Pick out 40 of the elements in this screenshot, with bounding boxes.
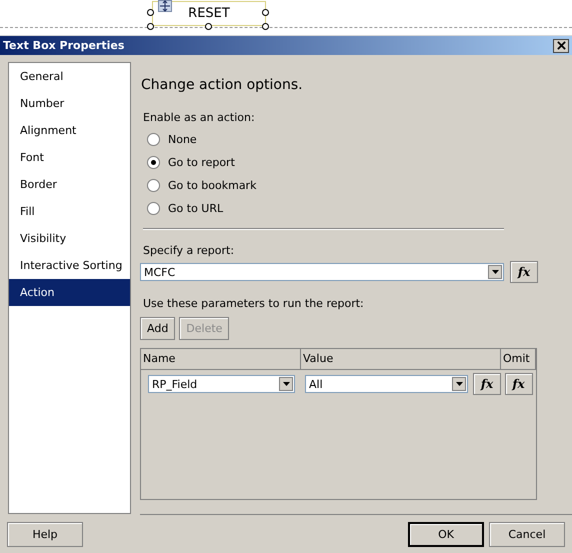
help-button[interactable]: Help [7,522,83,546]
column-header: Omit [501,349,536,370]
page-heading: Change action options. [141,77,304,95]
column-header: Name [141,349,301,370]
radio-button[interactable] [147,179,160,192]
cancel-button[interactable]: Cancel [489,522,565,546]
expression-button[interactable]: fx [473,373,501,395]
radio-button[interactable] [147,133,160,146]
name-dropdown[interactable]: RP_Field [148,375,295,393]
window-title: Text Box Properties [3,39,124,52]
sidebar-item[interactable]: Alignment [9,117,130,144]
sidebar-item[interactable]: General [9,63,130,90]
expression-button[interactable]: fx [504,373,532,395]
radio-button[interactable] [147,156,160,169]
sidebar-item[interactable]: Action [9,279,130,306]
expression-button[interactable]: fx [510,261,538,283]
field-label: Use these parameters to run the report: [143,297,365,311]
parameter-button[interactable]: Add [140,317,176,340]
move-icon[interactable] [158,0,172,12]
close-icon [556,41,566,50]
value-dropdown[interactable]: All [305,375,468,393]
ok-button[interactable]: OK [408,522,484,546]
column-header: Value [301,349,501,370]
radio-label[interactable]: None [168,133,197,146]
sidebar-item[interactable]: Visibility [9,225,130,252]
sidebar-item[interactable]: Fill [9,198,130,225]
radio-label[interactable]: Go to URL [168,202,224,215]
resize-handle[interactable] [205,23,212,30]
sidebar-item[interactable]: Font [9,144,130,171]
sidebar-item[interactable]: Interactive Sorting [9,252,130,279]
group-label: Enable as an action: [143,111,256,125]
sidebar-item[interactable]: Border [9,171,130,198]
sidebar-item[interactable]: Number [9,90,130,117]
report-dropdown[interactable]: MCFC [140,263,504,281]
report-textbox[interactable]: RESET [152,1,266,26]
close-button[interactable] [553,38,569,52]
field-label: Specify a report: [143,244,236,258]
radio-label[interactable]: Go to bookmark [168,179,256,192]
radio-label[interactable]: Go to report [168,156,235,169]
radio-button[interactable] [147,202,160,215]
